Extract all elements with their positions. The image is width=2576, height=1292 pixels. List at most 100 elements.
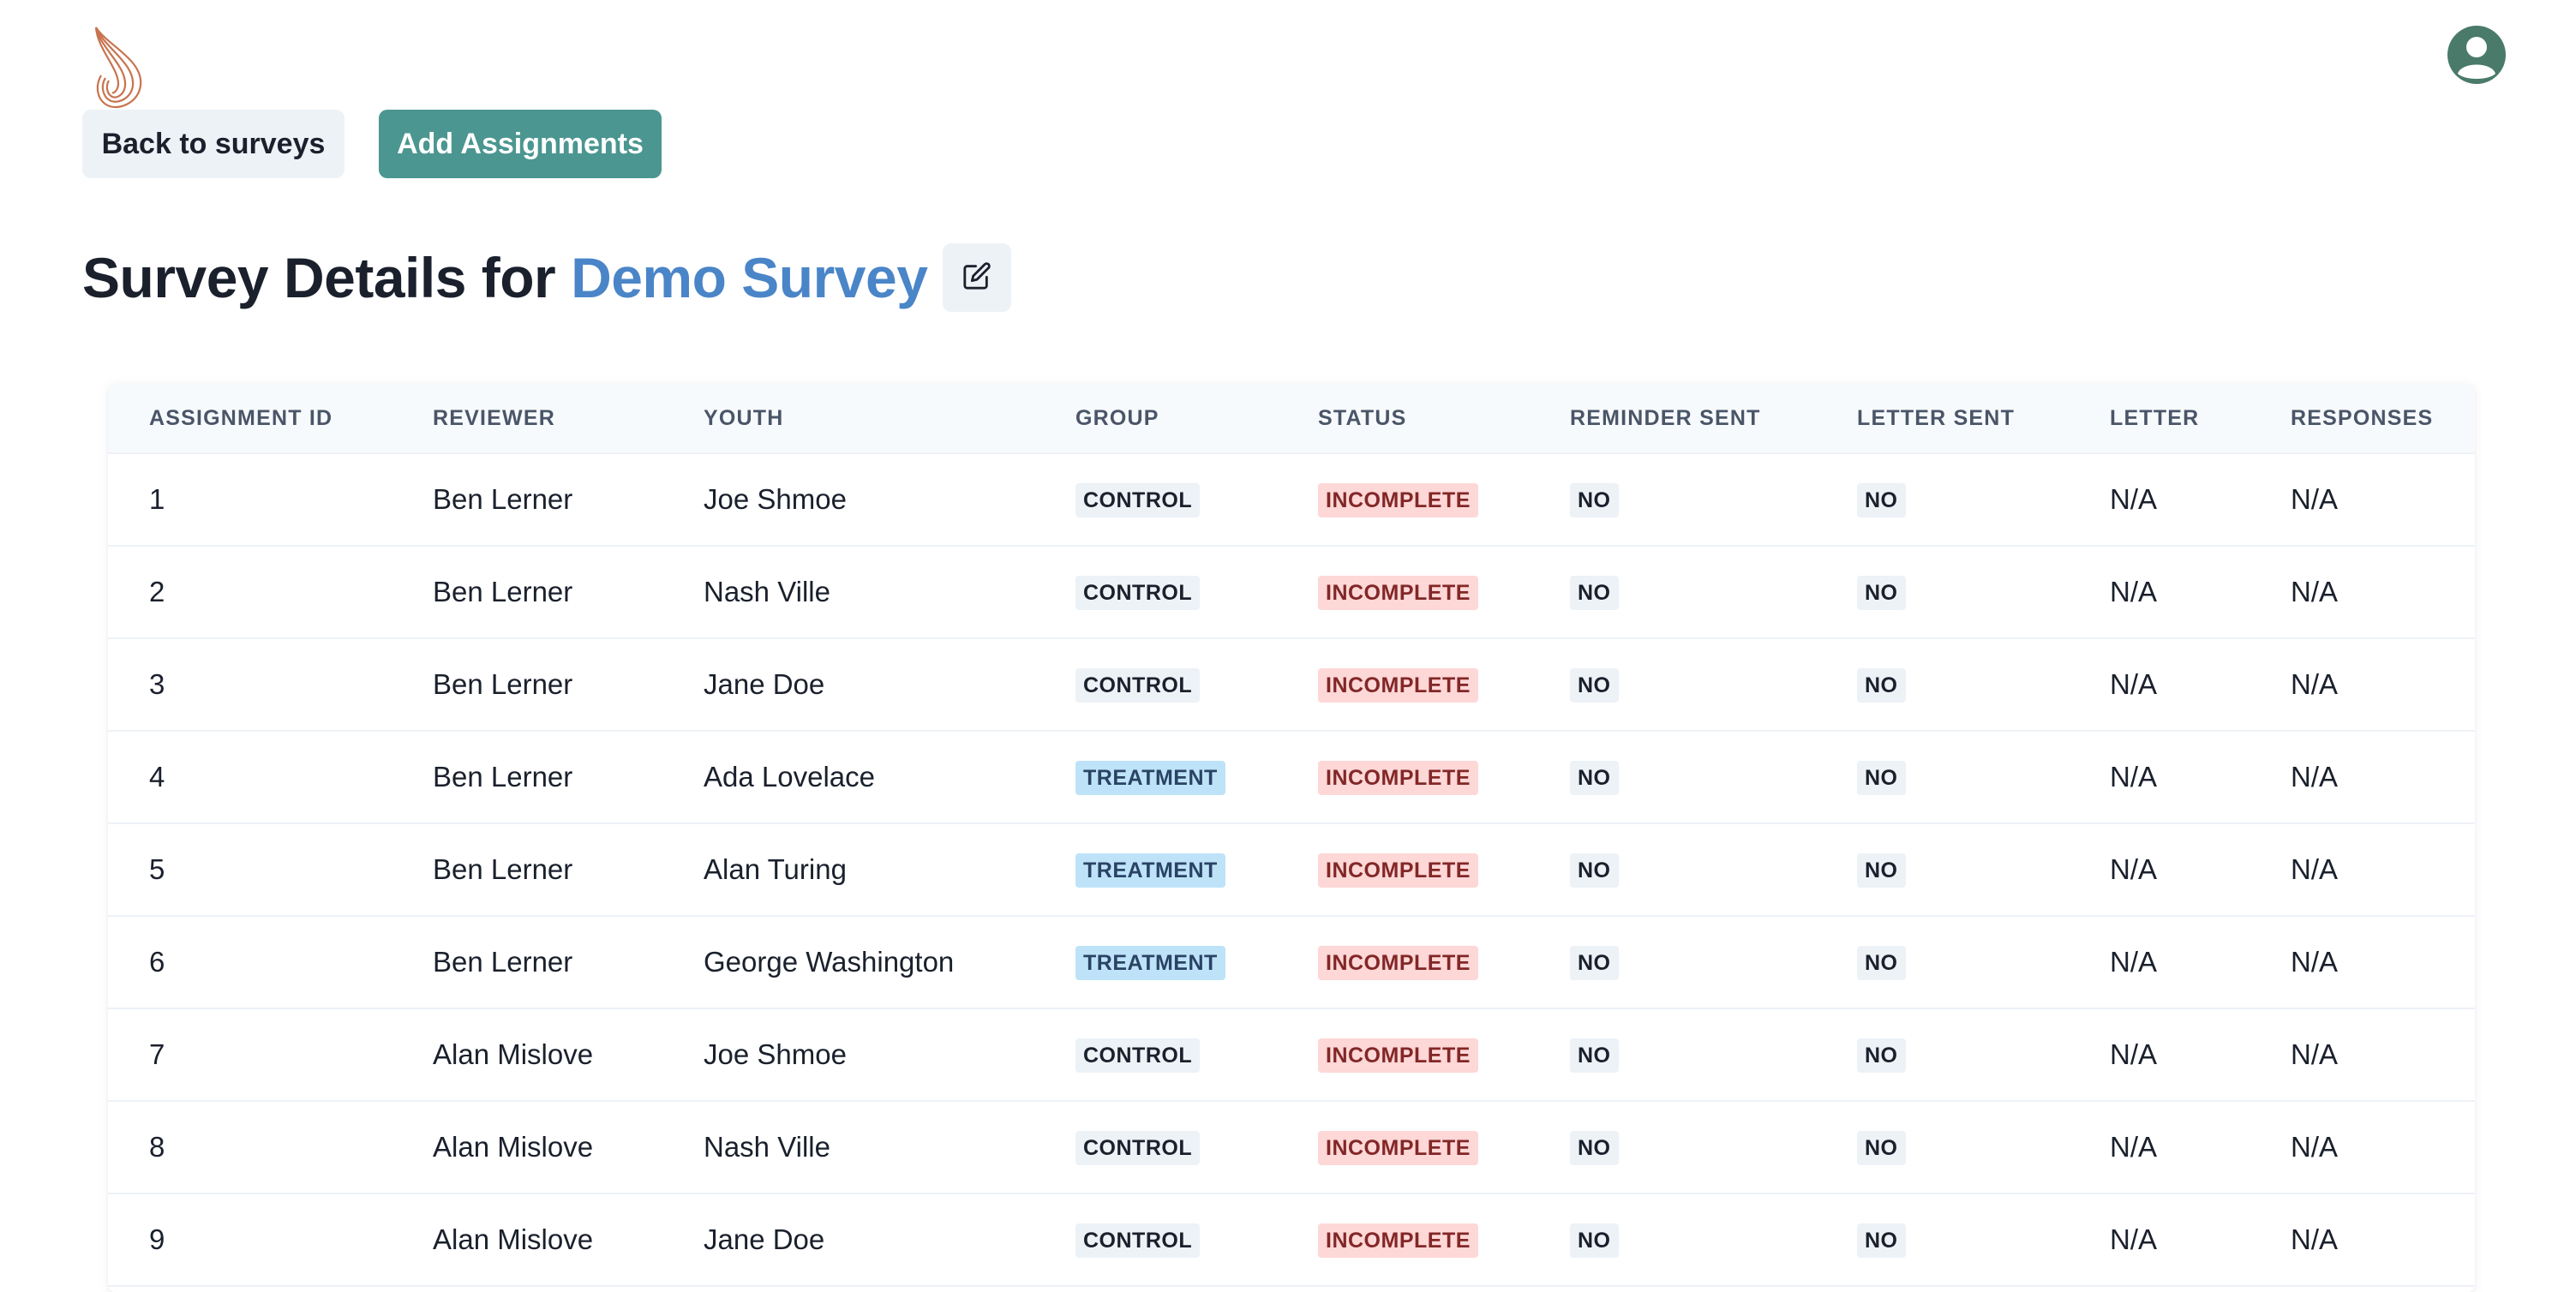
table-row[interactable]: 7 Alan Mislove Joe Shmoe CONTROL INCOMPL…: [108, 1008, 2475, 1102]
cell-responses: N/A: [2250, 1101, 2475, 1194]
cell-letter-sent: NO: [1816, 638, 2069, 732]
cell-status: INCOMPLETE: [1277, 916, 1529, 1009]
status-badge: INCOMPLETE: [1318, 1131, 1478, 1165]
cell-responses: N/A: [2250, 1193, 2475, 1287]
group-badge: CONTROL: [1075, 483, 1201, 517]
cell-status: INCOMPLETE: [1277, 1193, 1529, 1287]
header-letter[interactable]: LETTER: [2069, 384, 2250, 454]
table-row[interactable]: 5 Ben Lerner Alan Turing TREATMENT INCOM…: [108, 823, 2475, 917]
header-assignment-id[interactable]: ASSIGNMENT ID: [108, 384, 392, 454]
letter-sent-badge: NO: [1857, 761, 1906, 795]
cell-assignment-id: 7: [108, 1008, 392, 1102]
cell-youth: Joe Shmoe: [662, 453, 1034, 547]
cell-status: INCOMPLETE: [1277, 823, 1529, 917]
cell-assignment-id: 8: [108, 1101, 392, 1194]
cell-reviewer: Ben Lerner: [392, 453, 662, 547]
cell-letter-sent: NO: [1816, 1101, 2069, 1194]
table-row[interactable]: 9 Alan Mislove Jane Doe CONTROL INCOMPLE…: [108, 1193, 2475, 1287]
letter-sent-badge: NO: [1857, 483, 1906, 517]
table-row[interactable]: 4 Ben Lerner Ada Lovelace TREATMENT INCO…: [108, 731, 2475, 824]
cell-letter: N/A: [2069, 823, 2250, 917]
cell-group: TREATMENT: [1034, 916, 1277, 1009]
cell-group: CONTROL: [1034, 638, 1277, 732]
cell-reviewer: Ben Lerner: [392, 731, 662, 824]
title-prefix: Survey Details for: [82, 246, 572, 309]
cell-reminder-sent: NO: [1529, 1101, 1816, 1194]
status-badge: INCOMPLETE: [1318, 1223, 1478, 1258]
reminder-badge: NO: [1570, 1131, 1619, 1165]
cell-letter: N/A: [2069, 916, 2250, 1009]
assignments-table-container: ASSIGNMENT ID REVIEWER YOUTH GROUP STATU…: [108, 384, 2475, 1292]
letter-sent-badge: NO: [1857, 1131, 1906, 1165]
cell-responses: N/A: [2250, 638, 2475, 732]
cell-group: CONTROL: [1034, 546, 1277, 639]
cell-group: CONTROL: [1034, 1008, 1277, 1102]
table-row[interactable]: 2 Ben Lerner Nash Ville CONTROL INCOMPLE…: [108, 546, 2475, 639]
survey-name: Demo Survey: [571, 246, 928, 309]
group-badge: CONTROL: [1075, 576, 1201, 610]
cell-letter: N/A: [2069, 1193, 2250, 1287]
status-badge: INCOMPLETE: [1318, 946, 1478, 980]
status-badge: INCOMPLETE: [1318, 1038, 1478, 1073]
cell-letter: N/A: [2069, 453, 2250, 547]
cell-youth: George Washington: [662, 916, 1034, 1009]
status-badge: INCOMPLETE: [1318, 483, 1478, 517]
cell-responses: N/A: [2250, 546, 2475, 639]
back-to-surveys-button[interactable]: Back to surveys: [82, 110, 344, 178]
header-status[interactable]: STATUS: [1277, 384, 1529, 454]
group-badge: CONTROL: [1075, 1223, 1201, 1258]
page-title: Survey Details for Demo Survey: [82, 245, 928, 310]
cell-reviewer: Ben Lerner: [392, 823, 662, 917]
cell-youth: Joe Shmoe: [662, 1008, 1034, 1102]
letter-sent-badge: NO: [1857, 576, 1906, 610]
reminder-badge: NO: [1570, 761, 1619, 795]
reminder-badge: NO: [1570, 668, 1619, 703]
cell-status: INCOMPLETE: [1277, 546, 1529, 639]
header-group[interactable]: GROUP: [1034, 384, 1277, 454]
table-row[interactable]: 8 Alan Mislove Nash Ville CONTROL INCOMP…: [108, 1101, 2475, 1194]
add-assignments-button[interactable]: Add Assignments: [379, 110, 662, 178]
header-letter-sent[interactable]: LETTER SENT: [1816, 384, 2069, 454]
cell-reminder-sent: NO: [1529, 916, 1816, 1009]
header-responses[interactable]: RESPONSES: [2250, 384, 2475, 454]
cell-group: TREATMENT: [1034, 731, 1277, 824]
status-badge: INCOMPLETE: [1318, 668, 1478, 703]
reminder-badge: NO: [1570, 576, 1619, 610]
cell-reviewer: Ben Lerner: [392, 546, 662, 639]
cell-assignment-id: 9: [108, 1193, 392, 1287]
letter-sent-badge: NO: [1857, 1223, 1906, 1258]
header-youth[interactable]: YOUTH: [662, 384, 1034, 454]
cell-letter: N/A: [2069, 546, 2250, 639]
cell-assignment-id: 2: [108, 546, 392, 639]
cell-youth: Jane Doe: [662, 1193, 1034, 1287]
cell-responses: N/A: [2250, 823, 2475, 917]
edit-pencil-icon: [962, 261, 991, 295]
cell-assignment-id: 1: [108, 453, 392, 547]
table-row[interactable]: 1 Ben Lerner Joe Shmoe CONTROL INCOMPLET…: [108, 453, 2475, 547]
status-badge: INCOMPLETE: [1318, 853, 1478, 888]
header-reminder-sent[interactable]: REMINDER SENT: [1529, 384, 1816, 454]
user-avatar-icon[interactable]: [2447, 26, 2506, 84]
cell-reviewer: Alan Mislove: [392, 1193, 662, 1287]
cell-reviewer: Alan Mislove: [392, 1008, 662, 1102]
cell-youth: Alan Turing: [662, 823, 1034, 917]
group-badge: CONTROL: [1075, 668, 1201, 703]
cell-letter-sent: NO: [1816, 731, 2069, 824]
flame-swirl-logo-icon[interactable]: [84, 26, 149, 111]
group-badge: TREATMENT: [1075, 946, 1225, 980]
table-row[interactable]: 6 Ben Lerner George Washington TREATMENT…: [108, 916, 2475, 1009]
cell-responses: N/A: [2250, 453, 2475, 547]
cell-youth: Nash Ville: [662, 546, 1034, 639]
cell-assignment-id: 4: [108, 731, 392, 824]
table-row[interactable]: 3 Ben Lerner Jane Doe CONTROL INCOMPLETE…: [108, 638, 2475, 732]
edit-survey-button[interactable]: [943, 243, 1012, 312]
page-heading: Survey Details for Demo Survey: [82, 243, 1012, 312]
group-badge: TREATMENT: [1075, 761, 1225, 795]
group-badge: CONTROL: [1075, 1131, 1201, 1165]
header-reviewer[interactable]: REVIEWER: [392, 384, 662, 454]
cell-letter: N/A: [2069, 1101, 2250, 1194]
cell-reviewer: Alan Mislove: [392, 1101, 662, 1194]
reminder-badge: NO: [1570, 853, 1619, 888]
cell-letter-sent: NO: [1816, 1193, 2069, 1287]
cell-letter: N/A: [2069, 731, 2250, 824]
